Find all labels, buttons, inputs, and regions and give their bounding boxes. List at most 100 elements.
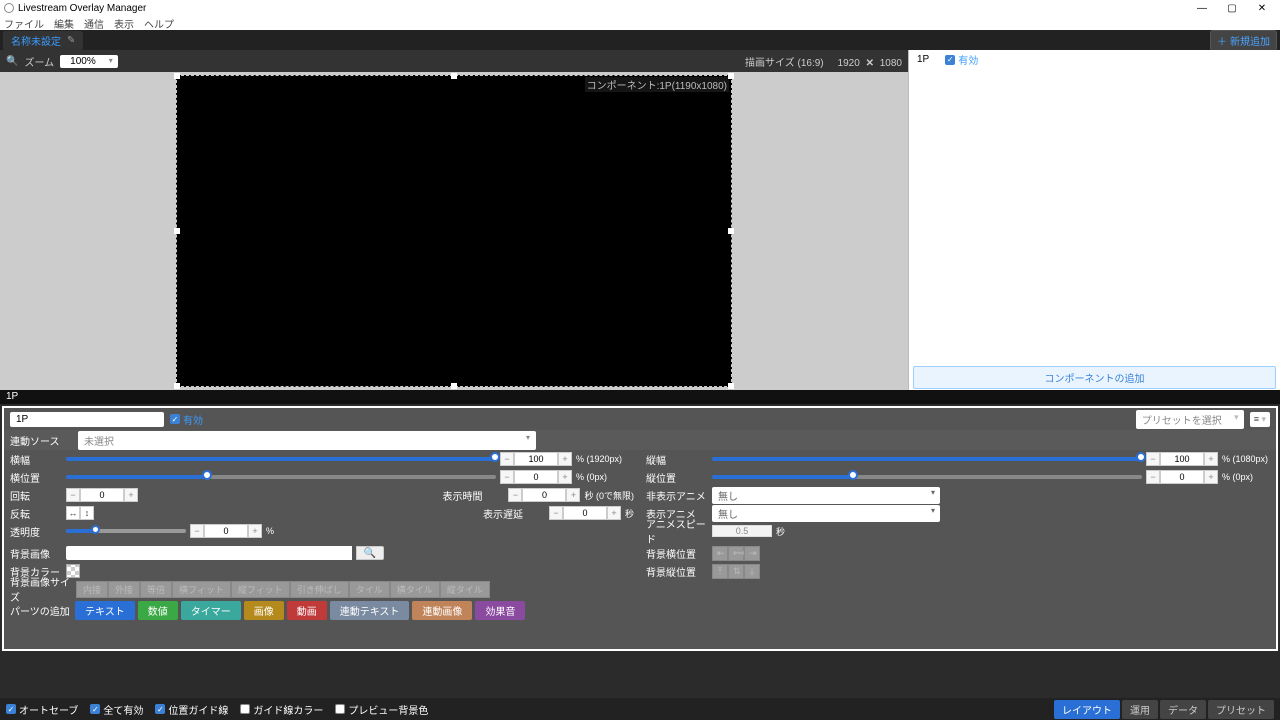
- add-component-button[interactable]: コンポーネントの追加: [913, 366, 1276, 389]
- bghpos-center[interactable]: ⟷: [728, 546, 744, 561]
- canvas-viewport[interactable]: コンポーネント:1P(1190x1080): [0, 72, 908, 390]
- menu-file[interactable]: ファイル: [4, 16, 44, 31]
- bghpos-left[interactable]: ⇤: [712, 546, 728, 561]
- allenable-checkbox[interactable]: ✓: [90, 704, 100, 714]
- opacity-input[interactable]: [204, 524, 248, 538]
- menu-edit[interactable]: 編集: [54, 16, 74, 31]
- footer-preset-button[interactable]: プリセット: [1208, 700, 1274, 719]
- y-dec[interactable]: −: [1146, 470, 1160, 484]
- animspeed-input[interactable]: [712, 525, 772, 537]
- showtime-dec[interactable]: −: [508, 488, 522, 502]
- footer-operate-button[interactable]: 運用: [1122, 700, 1158, 719]
- footer-data-button[interactable]: データ: [1160, 700, 1206, 719]
- delay-input[interactable]: [563, 506, 607, 520]
- delay-dec[interactable]: −: [549, 506, 563, 520]
- y-inc[interactable]: +: [1204, 470, 1218, 484]
- rot-inc[interactable]: +: [124, 488, 138, 502]
- opacity-inc[interactable]: +: [248, 524, 262, 538]
- rot-dec[interactable]: −: [66, 488, 80, 502]
- handle-bl[interactable]: [174, 383, 180, 389]
- height-dec[interactable]: −: [1146, 452, 1160, 466]
- bgsize-inner[interactable]: 内接: [76, 581, 108, 598]
- width-input[interactable]: [514, 452, 558, 466]
- component-name-input[interactable]: [10, 412, 164, 427]
- x-inc[interactable]: +: [558, 470, 572, 484]
- x-slider[interactable]: [66, 475, 496, 479]
- close-button[interactable]: ✕: [1256, 2, 1268, 14]
- add-image-button[interactable]: 画像: [244, 601, 284, 620]
- bgsize-stretch[interactable]: 引き伸ばし: [290, 581, 349, 598]
- showanim-select[interactable]: 無し: [712, 505, 940, 522]
- side-entry-1p[interactable]: 1P ✓有効: [909, 50, 1280, 69]
- add-linktext-button[interactable]: 連動テキスト: [330, 601, 410, 620]
- flip-v-button[interactable]: ↕: [80, 506, 94, 520]
- bgimage-search-button[interactable]: 🔍: [356, 546, 384, 560]
- handle-tl[interactable]: [174, 73, 180, 79]
- menu-view[interactable]: 表示: [114, 16, 134, 31]
- bgvpos-bottom[interactable]: ⤓: [744, 564, 760, 579]
- y-slider[interactable]: [712, 475, 1142, 479]
- menu-comm[interactable]: 通信: [84, 16, 104, 31]
- autosave-checkbox[interactable]: ✓: [6, 704, 16, 714]
- showtime-inc[interactable]: +: [566, 488, 580, 502]
- guide-checkbox[interactable]: ✓: [155, 704, 165, 714]
- edit-icon[interactable]: ✎: [67, 35, 75, 46]
- width-dec[interactable]: −: [500, 452, 514, 466]
- previewbg-dropdown[interactable]: [335, 704, 345, 714]
- showtime-input[interactable]: [522, 488, 566, 502]
- height-input[interactable]: [1160, 452, 1204, 466]
- menu-button[interactable]: ≡: [1250, 412, 1270, 427]
- enable-checkbox[interactable]: ✓: [170, 414, 180, 424]
- handle-mr[interactable]: [728, 228, 734, 234]
- width-slider[interactable]: [66, 457, 496, 461]
- hideanim-select[interactable]: 無し: [712, 487, 940, 504]
- x-input[interactable]: [514, 470, 558, 484]
- menu-help[interactable]: ヘルプ: [144, 16, 174, 31]
- guidecolor-checkbox[interactable]: [240, 704, 250, 714]
- preset-select[interactable]: プリセットを選択: [1136, 410, 1244, 429]
- flip-h-button[interactable]: ↔: [66, 506, 80, 520]
- new-button[interactable]: ＋ 新規追加: [1210, 30, 1277, 51]
- maximize-button[interactable]: ▢: [1226, 2, 1238, 14]
- height-slider[interactable]: [712, 457, 1142, 461]
- zoom-select[interactable]: 100%: [60, 55, 118, 68]
- add-sfx-button[interactable]: 効果音: [475, 601, 525, 620]
- width-inc[interactable]: +: [558, 452, 572, 466]
- add-text-button[interactable]: テキスト: [75, 601, 135, 620]
- handle-ml[interactable]: [174, 228, 180, 234]
- opacity-slider[interactable]: [66, 529, 186, 533]
- source-select[interactable]: 未選択: [78, 431, 536, 450]
- bgimage-input[interactable]: [66, 546, 352, 560]
- bgsize-fitw[interactable]: 横フィット: [172, 581, 231, 598]
- add-number-button[interactable]: 数値: [138, 601, 178, 620]
- bgsize-fith[interactable]: 縦フィット: [231, 581, 290, 598]
- bgvpos-top[interactable]: ⤒: [712, 564, 728, 579]
- y-input[interactable]: [1160, 470, 1204, 484]
- bgsize-equal[interactable]: 等倍: [140, 581, 172, 598]
- minimize-button[interactable]: —: [1196, 2, 1208, 14]
- handle-br[interactable]: [728, 383, 734, 389]
- height-inc[interactable]: +: [1204, 452, 1218, 466]
- delay-inc[interactable]: +: [607, 506, 621, 520]
- canvas-w: 1920: [838, 58, 860, 69]
- handle-tr[interactable]: [728, 73, 734, 79]
- add-timer-button[interactable]: タイマー: [181, 601, 241, 620]
- rot-input[interactable]: [80, 488, 124, 502]
- handle-bc[interactable]: [451, 383, 457, 389]
- handle-tc[interactable]: [451, 73, 457, 79]
- bgsize-tileh[interactable]: 縦タイル: [440, 581, 490, 598]
- bghpos-right[interactable]: ⇥: [744, 546, 760, 561]
- bgsize-tile[interactable]: タイル: [349, 581, 390, 598]
- tab-current[interactable]: 名称未設定 ✎: [3, 31, 83, 50]
- x-dec[interactable]: −: [500, 470, 514, 484]
- footer-layout-button[interactable]: レイアウト: [1054, 700, 1120, 719]
- add-video-button[interactable]: 動画: [287, 601, 327, 620]
- add-linkimage-button[interactable]: 連動画像: [412, 601, 472, 620]
- component-label: コンポーネント:1P(1190x1080): [585, 77, 729, 92]
- bgvpos-middle[interactable]: ⇅: [728, 564, 744, 579]
- side-enable-checkbox[interactable]: ✓: [945, 55, 955, 65]
- opacity-dec[interactable]: −: [190, 524, 204, 538]
- canvas-component[interactable]: コンポーネント:1P(1190x1080): [176, 75, 732, 387]
- bgsize-tilew[interactable]: 横タイル: [390, 581, 440, 598]
- bgsize-outer[interactable]: 外接: [108, 581, 140, 598]
